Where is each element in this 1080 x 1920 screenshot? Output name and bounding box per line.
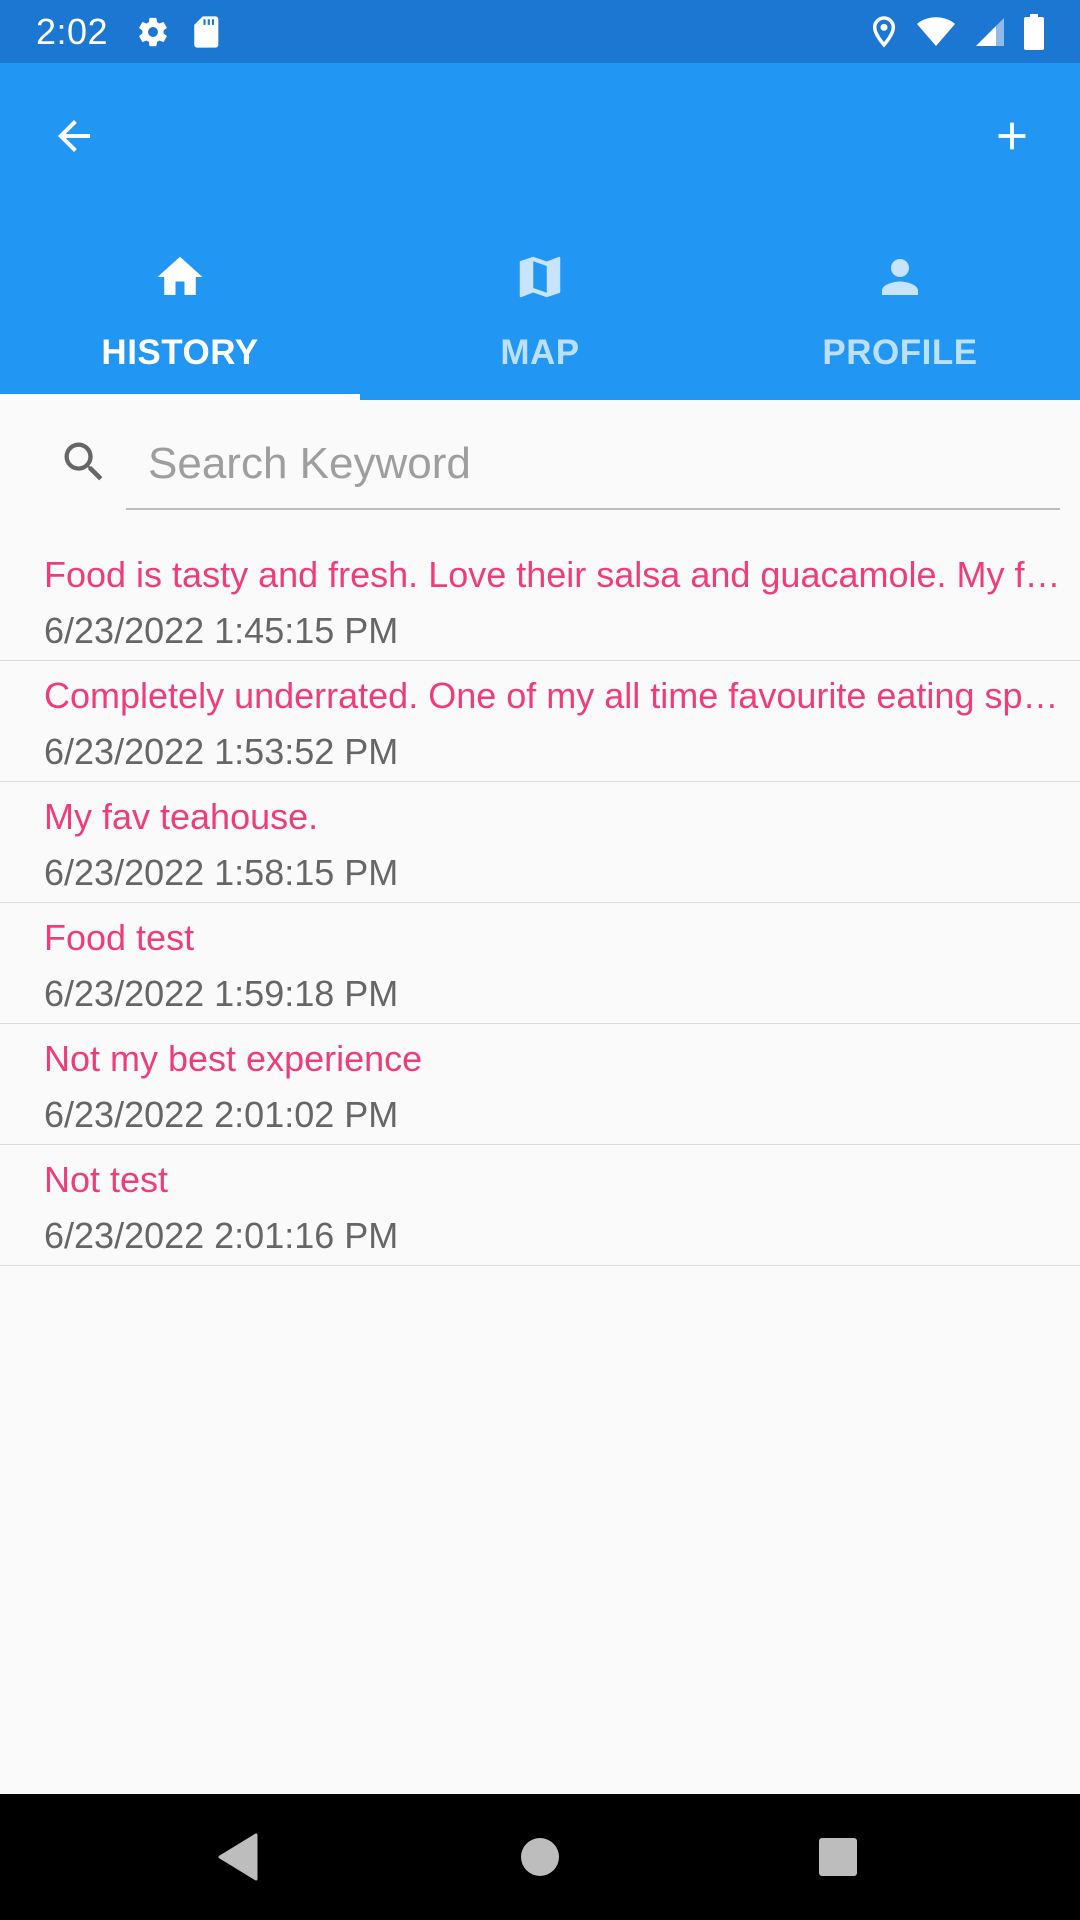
item-title: Not my best experience [44,1038,423,1079]
add-button[interactable] [982,106,1042,166]
item-title: Completely underrated. One of my all tim… [44,675,1059,716]
search-input[interactable] [126,420,1060,510]
tab-history-label: HISTORY [101,333,259,372]
tab-profile-label: PROFILE [822,333,978,372]
location-icon [870,15,898,49]
tab-map[interactable]: MAP [360,208,720,400]
signal-icon [974,16,1006,48]
nav-recents-button[interactable] [798,1817,878,1897]
item-date: 6/23/2022 1:58:15 PM [44,852,399,893]
gear-icon [136,15,170,49]
recents-square-icon [819,1838,857,1876]
tab-history[interactable]: HISTORY [0,208,360,400]
item-date: 6/23/2022 1:53:52 PM [44,731,399,772]
map-icon [513,250,567,309]
sd-card-icon [192,15,222,49]
back-button[interactable] [44,106,104,166]
home-circle-icon [521,1838,559,1876]
item-date: 6/23/2022 2:01:16 PM [44,1215,399,1256]
item-title: My fav teahouse. [44,796,319,837]
item-date: 6/23/2022 1:59:18 PM [44,973,399,1014]
item-title: Not test [44,1159,169,1200]
plus-icon [998,122,1026,149]
battery-icon [1024,13,1044,50]
item-date: 6/23/2022 2:01:02 PM [44,1094,399,1135]
list-item[interactable]: My fav teahouse. 6/23/2022 1:58:15 PM [0,782,1080,903]
history-list: Food is tasty and fresh. Love their sals… [0,540,1080,1266]
tab-map-label: MAP [500,333,580,372]
list-item[interactable]: Completely underrated. One of my all tim… [0,661,1080,782]
wifi-icon [916,16,956,48]
item-title: Food test [44,917,195,958]
tab-bar: HISTORY MAP PROFILE [0,208,1080,400]
list-item[interactable]: Food test 6/23/2022 1:59:18 PM [0,903,1080,1024]
list-item[interactable]: Not my best experience 6/23/2022 2:01:02… [0,1024,1080,1145]
tab-profile[interactable]: PROFILE [720,208,1080,400]
home-icon [153,250,207,309]
list-item[interactable]: Food is tasty and fresh. Love their sals… [0,540,1080,661]
status-time: 2:02 [36,10,109,52]
navigation-bar [0,1794,1080,1920]
app-bar: HISTORY MAP PROFILE [0,63,1080,400]
item-date: 6/23/2022 1:45:15 PM [44,610,399,651]
back-triangle-icon [218,1833,258,1881]
toolbar [0,63,1080,208]
status-bar: 2:02 [0,0,1080,63]
list-item[interactable]: Not test 6/23/2022 2:01:16 PM [0,1145,1080,1266]
arrow-left-icon [58,119,90,152]
person-icon [873,250,927,309]
item-title: Food is tasty and fresh. Love their sals… [44,554,1061,595]
nav-home-button[interactable] [500,1817,580,1897]
nav-back-button[interactable] [198,1817,278,1897]
search-bar [0,400,1080,524]
search-icon [58,436,110,488]
